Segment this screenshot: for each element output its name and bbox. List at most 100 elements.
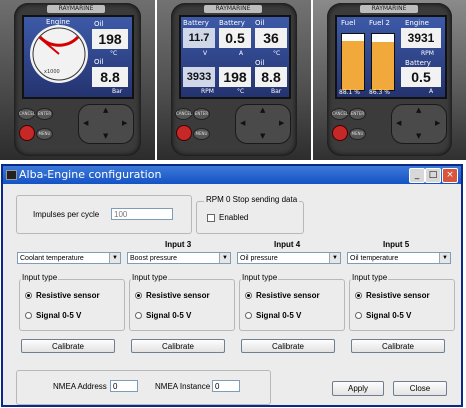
input-header-4: Input 4 [274,240,301,249]
nmea-instance-input[interactable]: 0 [212,380,240,392]
cancel-key[interactable]: CANCEL [18,108,35,120]
minimize-button[interactable]: _ [409,168,425,183]
oil1-value: 36 [255,28,287,48]
resistive-label: Resistive sensor [146,291,210,300]
display-screen-1: Engine x1000 Oil 198 °C Oil 8.8 Bar [22,15,134,99]
nmea-group: NMEA Address 0 NMEA Instance 0 [16,370,271,405]
oil-temp-label: Oil [94,20,104,28]
signal-radio-2[interactable] [25,312,32,319]
resistive-radio-4[interactable] [245,292,252,299]
resistive-label: Resistive sensor [36,291,100,300]
signal-radio-3[interactable] [135,312,142,319]
enabled-checkbox[interactable] [207,214,215,222]
direction-pad[interactable]: ▲ ▼ ◀ ▶ [235,104,291,144]
battery2-label: Battery [219,19,245,27]
app-icon [6,170,17,180]
resistive-radio-5[interactable] [355,292,362,299]
chevron-down-icon[interactable]: ▼ [219,253,230,263]
arrow-down-icon: ▼ [103,132,109,140]
dialog-body: Impulses per cycle 100 Enabled RPM 0 Sto… [3,184,461,405]
direction-pad[interactable]: ▲ ▼ ◀ ▶ [391,104,447,144]
fuel1-bar [341,33,365,91]
signal-label: Signal 0-5 V [256,311,302,320]
oil-press-value: 8.8 [92,67,128,87]
battery2-value: 0.5 [219,28,251,48]
oil3-label: Oil [255,59,265,67]
brand-label: RAYMARINE [204,5,262,13]
input-type-label: Input type [131,273,169,282]
chevron-down-icon[interactable]: ▼ [439,253,450,263]
fuel1-label: Fuel [341,19,356,27]
keypad: CANCEL ENTER MENU ▲ ▼ ◀ ▶ [329,98,450,154]
apply-button[interactable]: Apply [332,381,384,396]
input-type-group-4 [239,279,345,331]
resistive-radio-2[interactable] [25,292,32,299]
input-select-3[interactable]: Boost pressure ▼ [127,252,231,264]
select-value: Coolant temperature [20,255,84,262]
nmea-instance-label: NMEA Instance [155,382,211,391]
oil3-value: 8.8 [255,67,287,87]
battery2-unit: A [239,50,244,57]
nmea-address-input[interactable]: 0 [110,380,138,392]
instrument-photos: RAYMARINE Engine x1000 Oil 198 °C Oil 8.… [0,0,466,160]
brand-label: RAYMARINE [47,5,105,13]
calibrate-button-2[interactable]: Calibrate [21,339,115,353]
input-select-4[interactable]: Oil pressure ▼ [237,252,341,264]
power-button-icon[interactable] [332,125,348,141]
select-value: Oil pressure [240,255,278,262]
title-bar[interactable]: Alba-Engine configuration _ □ × [3,166,461,184]
chevron-down-icon[interactable]: ▼ [329,253,340,263]
input-type-group-3 [129,279,235,331]
gauge-scale: x1000 [44,69,60,75]
power-button-icon[interactable] [19,125,35,141]
menu-key[interactable]: MENU [36,128,53,140]
engine-unit: RPM [421,50,434,57]
menu-key[interactable]: MENU [349,128,366,140]
arrow-down-icon: ▼ [416,132,422,140]
cancel-key[interactable]: CANCEL [175,108,192,120]
direction-pad[interactable]: ▲ ▼ ◀ ▶ [78,104,134,144]
signal-label: Signal 0-5 V [36,311,82,320]
display-screen-2: Battery Battery Oil 11.7 0.5 36 V A °C O… [179,15,291,99]
menu-key[interactable]: MENU [193,128,210,140]
enter-key[interactable]: ENTER [36,108,53,120]
configuration-window: Alba-Engine configuration _ □ × Impulses… [1,164,463,407]
instrument-photo-3: RAYMARINE Fuel Fuel 2 88.1 % 86.3 % Engi… [313,0,466,160]
close-window-button[interactable]: × [442,168,458,183]
oil-temp-value: 198 [92,29,128,49]
close-button[interactable]: Close [393,381,447,396]
cancel-key[interactable]: CANCEL [331,108,348,120]
keypad: CANCEL ENTER MENU ▲ ▼ ◀ ▶ [16,98,139,154]
chevron-down-icon[interactable]: ▼ [109,253,120,263]
calibrate-button-4[interactable]: Calibrate [241,339,335,353]
signal-radio-4[interactable] [245,312,252,319]
enter-key[interactable]: ENTER [349,108,366,120]
battery1-unit: V [203,50,208,57]
display-screen-3: Fuel Fuel 2 88.1 % 86.3 % Engine 3931 RP… [335,15,447,99]
calibrate-button-5[interactable]: Calibrate [351,339,445,353]
battery-unit: A [429,88,434,95]
arrow-up-icon: ▲ [260,106,266,114]
calibrate-button-3[interactable]: Calibrate [131,339,225,353]
rpm-stop-group: Enabled [196,201,304,234]
signal-label: Signal 0-5 V [366,311,412,320]
power-button-icon[interactable] [176,125,192,141]
arrow-right-icon: ▶ [122,119,128,127]
input-select-2[interactable]: Coolant temperature ▼ [17,252,121,264]
impulses-input[interactable]: 100 [111,208,173,220]
arrow-right-icon: ▶ [435,119,441,127]
rpm-stop-group-label: RPM 0 Stop sending data [204,195,300,204]
oil-press-label: Oil [94,58,104,66]
enter-key[interactable]: ENTER [193,108,210,120]
gauge-title: Engine [46,18,70,26]
battery1-label: Battery [183,19,209,27]
fuel1-percent: 88.1 % [339,89,360,96]
resistive-radio-3[interactable] [135,292,142,299]
nmea-address-label: NMEA Address [53,382,107,391]
window-title: Alba-Engine configuration [19,168,162,181]
signal-radio-5[interactable] [355,312,362,319]
oil1-label: Oil [255,19,265,27]
keypad: CANCEL ENTER MENU ▲ ▼ ◀ ▶ [173,98,295,154]
maximize-button[interactable]: □ [425,168,441,183]
input-select-5[interactable]: Oil temperature ▼ [347,252,451,264]
